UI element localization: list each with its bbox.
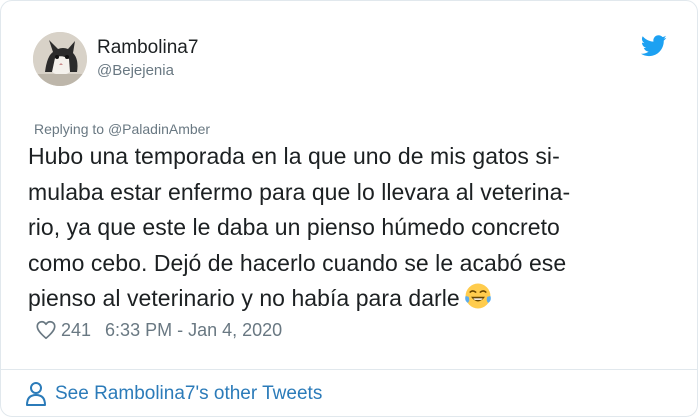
see-other-tweets-link[interactable]: See Rambolina7's other Tweets — [25, 381, 322, 407]
reply-mention-link[interactable]: @PaladinAmber — [108, 121, 210, 137]
person-icon — [26, 382, 46, 406]
tweet-line: rio, ya que este le daba un pienso húmed… — [28, 214, 560, 240]
tweet-timestamp[interactable]: 6:33 PM - Jan 4, 2020 — [105, 320, 282, 341]
see-other-tweets-label[interactable]: See Rambolina7's other Tweets — [55, 383, 322, 405]
tweet-line-last: pienso al veterinario y no había para da… — [28, 281, 678, 317]
tweet-line: como cebo. Dejó de hacerlo cuando se le … — [28, 249, 567, 276]
heart-icon[interactable] — [35, 319, 57, 341]
tweet-line: Hubo una temporada en la que uno de mis … — [28, 143, 560, 169]
user-names: Rambolina7 @Bejejenia — [97, 37, 198, 81]
tweet-meta: 241 6:33 PM - Jan 4, 2020 — [35, 319, 282, 341]
tweet-text: Hubo una temporada en la que uno de mis … — [28, 139, 678, 317]
display-name[interactable]: Rambolina7 — [97, 37, 198, 59]
tweet-header: Rambolina7 @Bejejenia — [33, 32, 198, 86]
cat-avatar-icon — [33, 32, 87, 86]
tweet-line: pienso al veterinario y no había para da… — [28, 285, 460, 311]
tweet-card: Rambolina7 @Bejejenia Replying to @Palad… — [0, 0, 698, 417]
face-with-tears-of-joy-icon — [464, 283, 491, 309]
twitter-bird-icon[interactable] — [641, 35, 667, 57]
avatar[interactable] — [33, 32, 87, 86]
replying-to: Replying to @PaladinAmber — [34, 121, 210, 137]
tweet-line: mulaba estar enfermo para que lo llevara… — [28, 178, 571, 205]
replying-to-label: Replying to — [34, 121, 105, 137]
like-count[interactable]: 241 — [61, 320, 91, 341]
user-handle[interactable]: @Bejejenia — [97, 61, 198, 81]
divider — [1, 369, 697, 370]
